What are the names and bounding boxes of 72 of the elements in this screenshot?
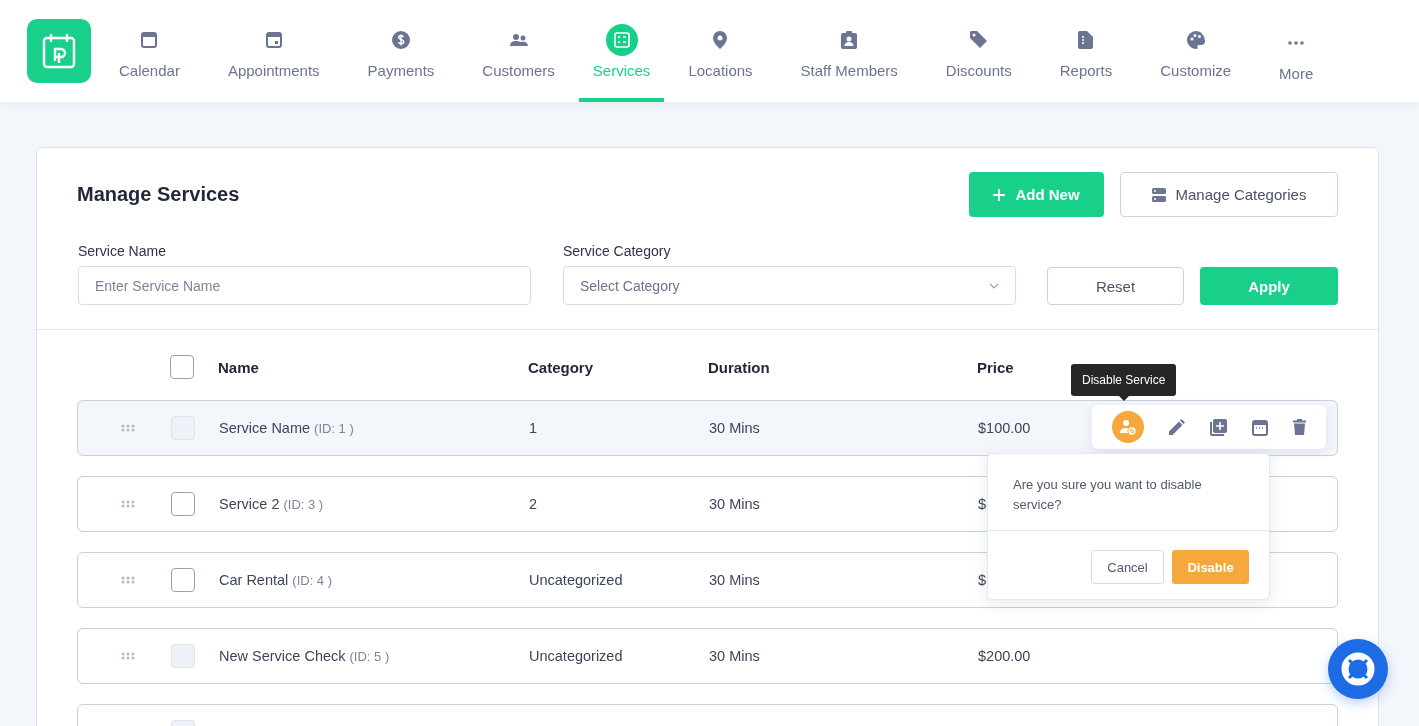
drag-handle-icon[interactable] <box>120 500 135 508</box>
dollar-icon <box>391 30 410 49</box>
column-header: Name <box>218 358 260 376</box>
tag-icon <box>969 30 988 49</box>
service-id: (ID: 5 ) <box>349 649 390 664</box>
users-icon <box>508 32 529 47</box>
location-pin-icon <box>713 30 728 49</box>
column-header: Category <box>528 358 595 376</box>
list-icon <box>1151 187 1166 202</box>
disable-user-button[interactable] <box>1112 411 1145 443</box>
service-name: New Service Check <box>219 648 346 664</box>
service-name: Service Name <box>219 420 311 436</box>
confirm-message: Are you sure you want to disable service? <box>988 454 1269 531</box>
nav-tab[interactable]: Reports <box>1035 0 1137 102</box>
tooltip: Disable Service <box>1071 364 1177 401</box>
table-cell: $100.00 <box>978 420 1031 436</box>
id-badge-icon <box>841 30 858 49</box>
lifebuoy-icon <box>1341 652 1375 686</box>
calendar-icon <box>265 31 282 48</box>
nav-tab[interactable]: Customize <box>1136 0 1256 102</box>
tooltip-arrow-icon <box>1118 396 1129 401</box>
cancel-button[interactable]: Cancel <box>1091 550 1164 584</box>
nav-tab[interactable]: Payments <box>343 0 459 102</box>
nav-tab[interactable]: Customers <box>458 0 579 102</box>
service-name-field[interactable]: Enter Service Name <box>78 266 531 305</box>
drag-handle-icon[interactable] <box>120 576 135 584</box>
user-block-icon <box>1120 419 1137 435</box>
table-cell-text: 30 Mins <box>709 648 761 664</box>
more-icon <box>1288 40 1305 45</box>
select-all-checkbox[interactable] <box>170 355 194 379</box>
service-name: Car Rental <box>219 572 289 588</box>
edit-pencil-icon[interactable] <box>1169 419 1186 435</box>
nav-tab[interactable]: Staff Members <box>776 0 922 102</box>
column-header: Price <box>977 358 1015 376</box>
table-cell-text: 30 Mins <box>709 572 761 588</box>
field-label: Service Name <box>78 243 167 259</box>
palette-icon <box>1186 30 1205 49</box>
nav-tab[interactable]: Appointments <box>203 0 344 102</box>
trash-icon[interactable] <box>1292 419 1306 435</box>
plus-icon <box>993 188 1006 201</box>
nav-tab[interactable]: Discounts <box>921 0 1036 102</box>
page-title: Manage Services <box>77 183 240 206</box>
nav-tab[interactable]: Calendar <box>95 0 204 102</box>
column-header: Duration <box>708 358 771 376</box>
field-label: Service Category <box>563 243 672 259</box>
table-cell-text: 1 <box>529 420 539 436</box>
table-cell-text: 30 Mins <box>709 420 761 436</box>
document-icon <box>1078 30 1094 49</box>
nav-tab[interactable]: More <box>1255 0 1338 102</box>
table-cell: $ <box>978 496 987 512</box>
calendar-icon[interactable] <box>1251 418 1268 436</box>
duplicate-icon[interactable] <box>1210 418 1227 436</box>
service-id: (ID: 4 ) <box>292 573 333 588</box>
table-cell-text: 2 <box>529 496 539 512</box>
app-logo[interactable] <box>27 19 91 83</box>
service-name: Service 2 <box>219 496 280 512</box>
table-cell-text: Uncategorized <box>529 648 624 664</box>
chevron-down-icon <box>989 282 999 289</box>
table-cell: $200.00 <box>978 648 1031 664</box>
service-id: (ID: 1 ) <box>314 421 354 436</box>
services-icon <box>605 23 638 56</box>
reset-button[interactable]: Reset <box>1047 267 1184 305</box>
nav-tab[interactable]: Locations <box>664 0 777 102</box>
row-checkbox[interactable] <box>171 492 195 516</box>
manage-categories-button[interactable]: Manage Categories <box>1120 172 1338 217</box>
row-checkbox[interactable] <box>171 568 195 592</box>
category-dropdown[interactable]: Select Category <box>563 266 1016 305</box>
table-cell: $ <box>978 572 987 588</box>
table-cell-text: Uncategorized <box>529 572 624 588</box>
table-cell-text: 30 Mins <box>709 496 761 512</box>
calendar-icon <box>141 31 158 48</box>
service-id: (ID: 3 ) <box>283 497 324 512</box>
